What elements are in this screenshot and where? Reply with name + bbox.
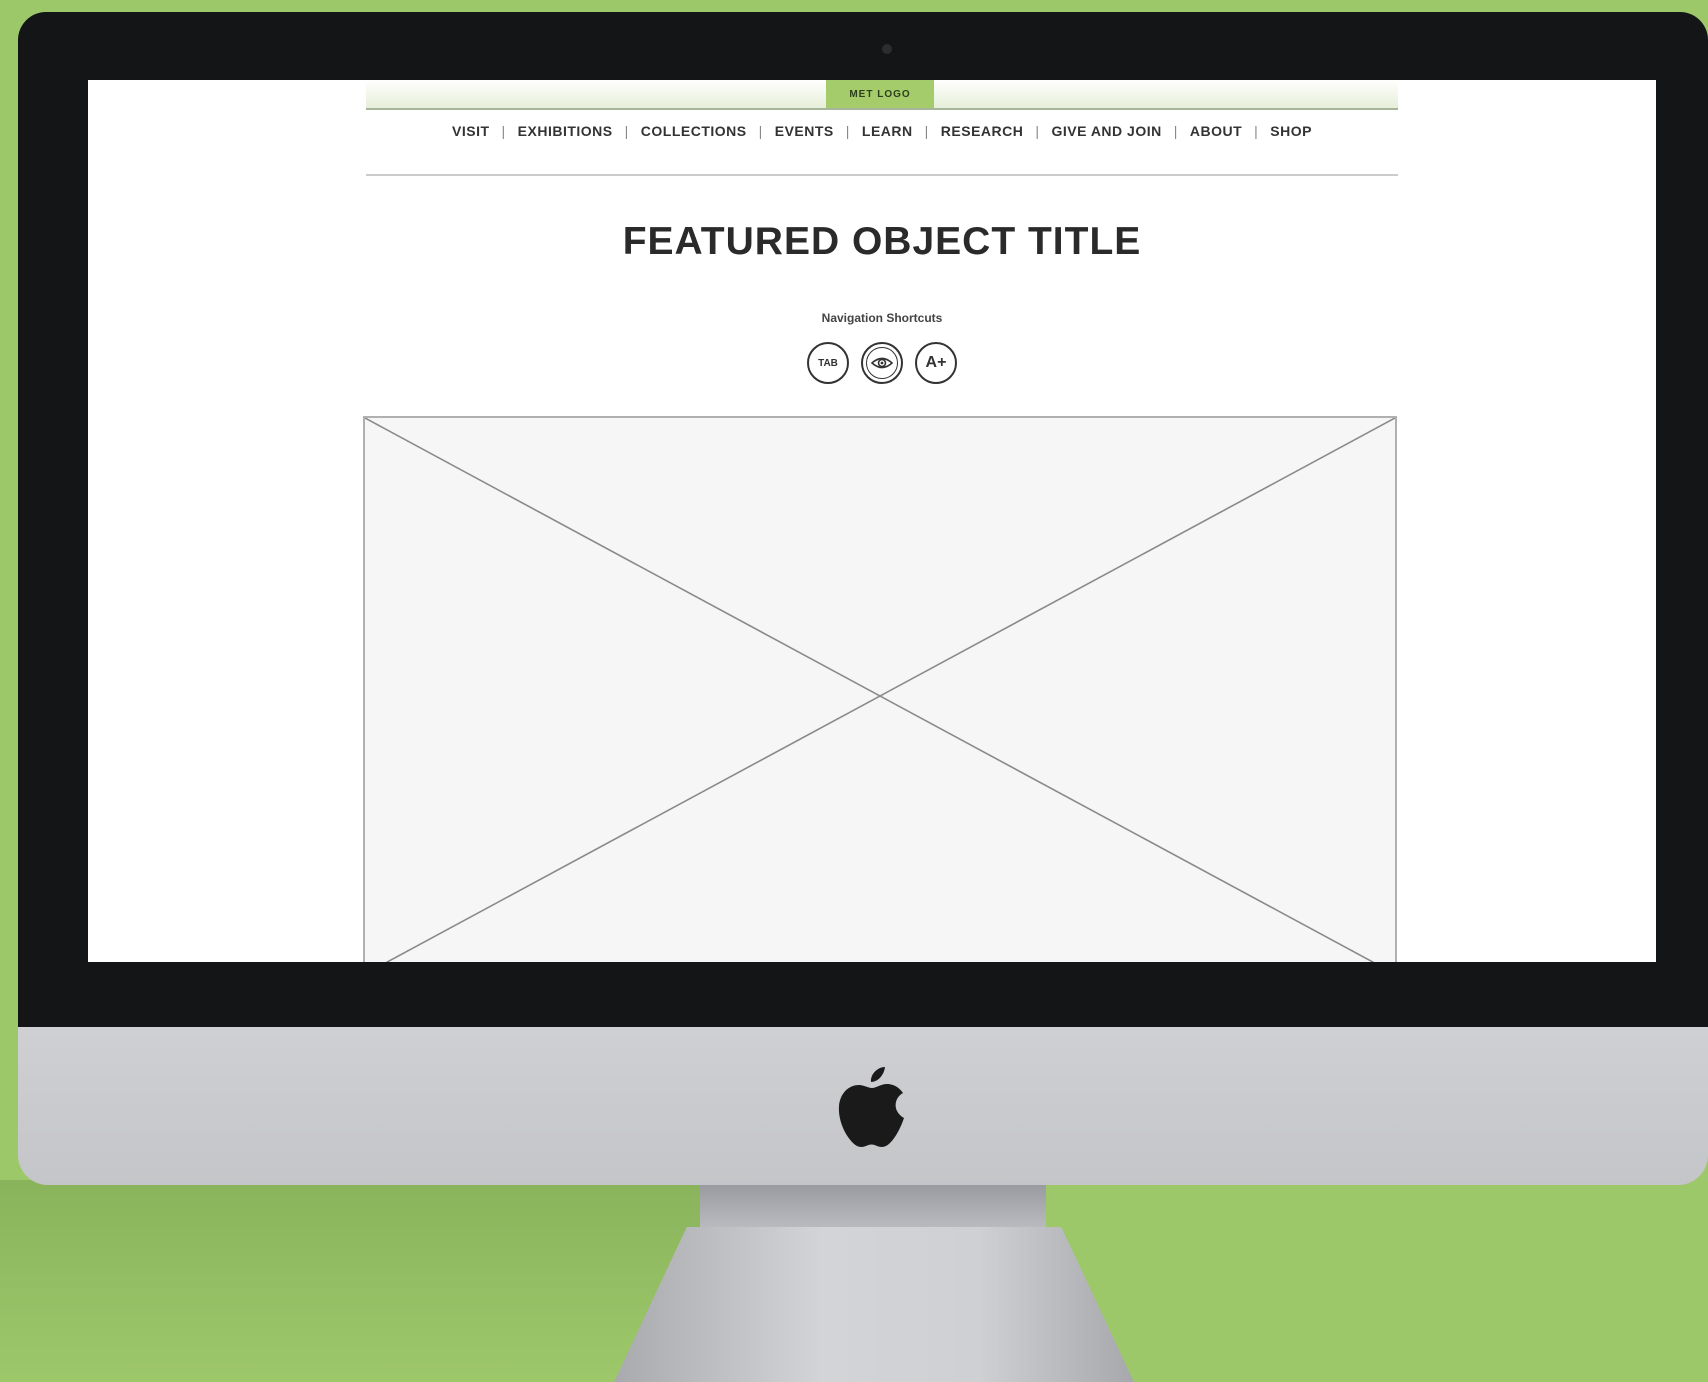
logo-bar: MET LOGO <box>366 80 1398 110</box>
nav-separator: | <box>1173 123 1178 139</box>
eye-icon <box>866 347 898 379</box>
nav-divider <box>366 174 1398 176</box>
apple-logo-icon <box>838 1067 904 1147</box>
floor-shadow <box>0 1180 700 1382</box>
nav-separator: | <box>1035 123 1040 139</box>
text-size-icon: A+ <box>925 354 947 371</box>
monitor-stand <box>614 1227 1134 1382</box>
met-logo[interactable]: MET LOGO <box>826 80 934 108</box>
monitor-screen: MET LOGO VISIT | EXHIBITIONS | COLLECTIO… <box>88 80 1656 962</box>
page-title: FEATURED OBJECT TITLE <box>622 220 1142 263</box>
nav-separator: | <box>501 123 506 139</box>
tab-key-button[interactable]: TAB <box>807 342 849 384</box>
nav-separator: | <box>1254 123 1259 139</box>
shortcuts-label: Navigation Shortcuts <box>821 311 943 325</box>
navigation-shortcuts: TAB A+ <box>366 342 1398 384</box>
monitor-neck <box>700 1185 1046 1227</box>
nav-item-events[interactable]: EVENTS <box>775 123 834 139</box>
nav-separator: | <box>845 123 850 139</box>
nav-item-research[interactable]: RESEARCH <box>941 123 1024 139</box>
eye-button[interactable] <box>861 342 903 384</box>
nav-item-exhibitions[interactable]: EXHIBITIONS <box>518 123 613 139</box>
image-placeholder <box>363 416 1397 962</box>
nav-separator: | <box>624 123 629 139</box>
text-size-button[interactable]: A+ <box>915 342 957 384</box>
website: MET LOGO VISIT | EXHIBITIONS | COLLECTIO… <box>363 80 1398 962</box>
nav-item-visit[interactable]: VISIT <box>452 123 490 139</box>
image-placeholder-icon <box>365 418 1395 962</box>
monitor-chin <box>18 1027 1708 1185</box>
nav-separator: | <box>924 123 929 139</box>
nav-separator: | <box>758 123 763 139</box>
nav-item-collections[interactable]: COLLECTIONS <box>641 123 747 139</box>
nav-item-learn[interactable]: LEARN <box>862 123 913 139</box>
nav-item-shop[interactable]: SHOP <box>1270 123 1312 139</box>
tab-key-icon: TAB <box>818 357 838 369</box>
camera-icon <box>882 44 892 54</box>
main-nav: VISIT | EXHIBITIONS | COLLECTIONS | EVEN… <box>366 120 1398 142</box>
nav-item-give-and-join[interactable]: GIVE AND JOIN <box>1052 123 1162 139</box>
nav-item-about[interactable]: ABOUT <box>1190 123 1242 139</box>
